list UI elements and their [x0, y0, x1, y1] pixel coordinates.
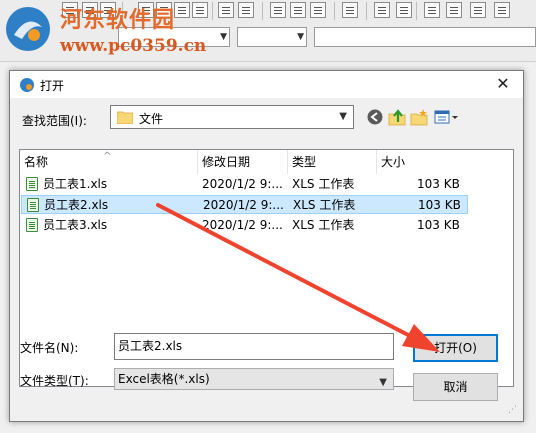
toolbar-format-button[interactable] [290, 2, 306, 18]
dialog-titlebar: 打开 ✕ [10, 71, 523, 98]
toolbar-table-button[interactable] [218, 2, 234, 18]
file-size: 103 KB [417, 177, 460, 191]
file-type: XLS 工作表 [292, 218, 355, 232]
new-folder-icon[interactable] [410, 108, 428, 126]
toolbar-separator [366, 2, 367, 20]
file-type: XLS 工作表 [293, 198, 356, 212]
column-header-label: 修改日期 [202, 155, 251, 169]
toolbar-insert-col-button[interactable] [424, 2, 440, 18]
toolbar-input-combo[interactable] [314, 27, 536, 47]
column-header-size[interactable]: 大小 [377, 150, 469, 174]
toolbar-style-button[interactable] [310, 2, 326, 18]
file-modified: 2020/1/2 9:... [202, 218, 283, 232]
column-header-label: 大小 [381, 155, 406, 169]
toolbar-merge-button[interactable] [342, 2, 358, 18]
file-row[interactable]: 员工表3.xls 2020/1/2 9:... XLS 工作表 103 KB [21, 216, 468, 235]
chevron-down-icon: ▼ [339, 111, 347, 122]
toolbar-separator [334, 2, 335, 20]
up-folder-icon[interactable] [388, 108, 406, 126]
dialog-title: 打开 [40, 79, 65, 93]
filetype-value: Excel表格(*.xls) [118, 372, 210, 386]
close-button[interactable]: ✕ [486, 73, 520, 95]
folder-icon [117, 111, 133, 124]
watermark-text: 河东软件园 [60, 7, 176, 33]
filename-label: 文件名(N): [20, 341, 79, 355]
file-size: 103 KB [417, 218, 460, 232]
app-icon [20, 78, 34, 92]
file-modified: 2020/1/2 9:... [202, 177, 283, 191]
toolbar-separator [262, 2, 263, 20]
column-header-label: 类型 [292, 155, 317, 169]
filetype-select[interactable]: Excel表格(*.xls) ▼ [114, 368, 394, 390]
file-row-selected[interactable]: 员工表2.xls 2020/1/2 9:... XLS 工作表 103 KB [21, 195, 468, 214]
toolbar-align-right-button[interactable] [174, 2, 190, 18]
file-modified: 2020/1/2 9:... [203, 198, 284, 212]
background-app-toolbar: ▼ ▼ 河东软件园 www.pc0359.cn [0, 0, 536, 62]
watermark-logo-icon [6, 7, 50, 51]
excel-file-icon [27, 198, 39, 212]
cancel-button[interactable]: 取消 [413, 373, 498, 401]
file-name: 员工表1.xls [43, 177, 108, 191]
resize-grip-icon[interactable]: ⋰ [508, 405, 517, 415]
file-type: XLS 工作表 [292, 177, 355, 191]
back-icon[interactable] [366, 108, 384, 126]
toolbar-insert-row-button[interactable] [446, 2, 462, 18]
column-header-label: 名称 [24, 155, 49, 169]
sort-ascending-icon: ^ [103, 151, 112, 162]
excel-file-icon [26, 218, 38, 232]
excel-file-icon [26, 177, 38, 191]
watermark-url: www.pc0359.cn [60, 36, 207, 56]
toolbar-row-button[interactable] [470, 2, 486, 18]
file-name: 员工表2.xls [44, 198, 109, 212]
toolbar-grid-button[interactable] [238, 2, 254, 18]
lookin-value: 文件 [139, 112, 164, 126]
lookin-label: 查找范围(I): [22, 114, 87, 128]
chevron-down-icon: ▼ [220, 32, 227, 42]
file-row[interactable]: 员工表1.xls 2020/1/2 9:... XLS 工作表 103 KB [21, 175, 468, 194]
column-header-name[interactable]: 名称 ^ [20, 150, 198, 174]
toolbar-border-button[interactable] [396, 2, 412, 18]
view-menu-icon[interactable] [434, 108, 460, 126]
column-header-modified[interactable]: 修改日期 [198, 150, 288, 174]
column-header-type[interactable]: 类型 [288, 150, 377, 174]
toolbar-justify-button[interactable] [192, 2, 208, 18]
toolbar-line-button[interactable] [374, 2, 390, 18]
toolbar-separator [212, 2, 213, 20]
open-button[interactable]: 打开(O) [413, 334, 498, 362]
file-name: 员工表3.xls [43, 218, 108, 232]
toolbar-size-combo[interactable]: ▼ [237, 27, 307, 47]
file-size: 103 KB [418, 198, 461, 212]
toolbar-col-button[interactable] [494, 2, 510, 18]
chevron-down-icon: ▼ [379, 377, 387, 388]
filename-input[interactable]: 员工表2.xls [114, 333, 394, 360]
toolbar-separator [416, 2, 417, 20]
filetype-label: 文件类型(T): [20, 374, 89, 388]
lookin-combo[interactable]: 文件 ▼ [110, 105, 354, 129]
toolbar-page-button[interactable] [270, 2, 286, 18]
chevron-down-icon: ▼ [297, 32, 304, 42]
close-icon: ✕ [496, 74, 510, 93]
open-file-dialog: 打开 ✕ 查找范围(I): 文件 ▼ 名称 ^ 修改日期 类型 大小 员工表1.… [9, 70, 524, 422]
